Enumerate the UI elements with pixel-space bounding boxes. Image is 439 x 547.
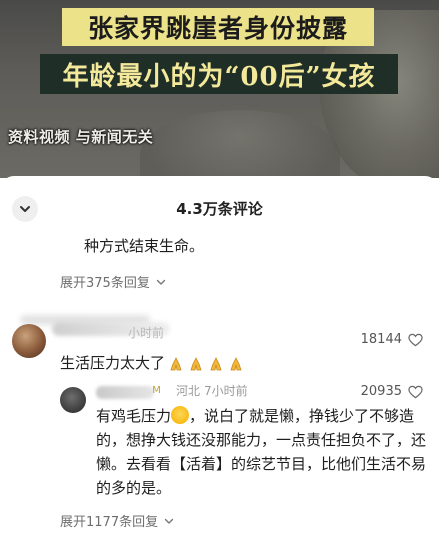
folded-hands-icon [190,356,202,370]
heart-outline-icon [408,333,423,346]
comment-text-body: 生活压力太大了 [60,354,166,372]
reply-time: 7小时前 [204,384,248,398]
avatar[interactable] [60,387,86,413]
folded-hands-icon [230,356,242,370]
like-button[interactable]: 20935 [361,384,423,399]
reply-text-part1: 有鸡毛压力 [96,407,172,425]
video-caption: 资料视频 与新闻无关 [8,128,154,146]
video-frame-rock [140,110,340,178]
expand-replies-label: 展开375条回复 [60,276,150,291]
heart-outline-icon [408,385,423,398]
chevron-down-icon [156,279,166,285]
reply-text: 有鸡毛压力 ，说白了就是懒，挣钱少了不够造的，想挣大钱还没那能力，一点责任担负不了… [96,404,426,500]
folded-hands-icon [170,356,182,370]
avatar[interactable] [12,324,46,358]
author-icon: ᴍ [152,382,162,396]
video-player[interactable]: 张家界跳崖者身份披露 年龄最小的为“00后”女孩 资料视频 与新闻无关 [0,0,439,178]
like-count: 20935 [360,384,402,399]
comments-sheet: 4.3万条评论 种方式结束生命。 展开375条回复 小时前 18144 生活压力… [0,176,439,547]
folded-hands-emoji-group [167,356,245,372]
expand-replies-button[interactable]: 展开375条回复 [60,272,166,291]
scroll-fade [0,535,439,547]
like-count: 18144 [360,332,402,347]
previous-comment-text: 种方式结束生命。 [84,237,205,255]
expand-replies-button[interactable]: 展开1177条回复 [60,511,174,530]
comment-time: 小时前 [128,326,165,340]
like-button[interactable]: 18144 [361,332,423,347]
video-headline-line1: 张家界跳崖者身份披露 [62,8,374,46]
chevron-down-icon [164,518,174,524]
blurred-username[interactable] [96,386,154,399]
comment-text: 生活压力太大了 [60,351,245,376]
reply-meta: 河北 7小时前 [176,382,248,399]
expand-replies-label: 展开1177条回复 [60,515,159,530]
grimace-emoji-icon [171,406,190,424]
reply-location: 河北 [176,384,201,398]
video-headline-line2: 年龄最小的为“00后”女孩 [40,54,398,94]
comments-count-title: 4.3万条评论 [176,200,263,218]
folded-hands-icon [210,356,222,370]
